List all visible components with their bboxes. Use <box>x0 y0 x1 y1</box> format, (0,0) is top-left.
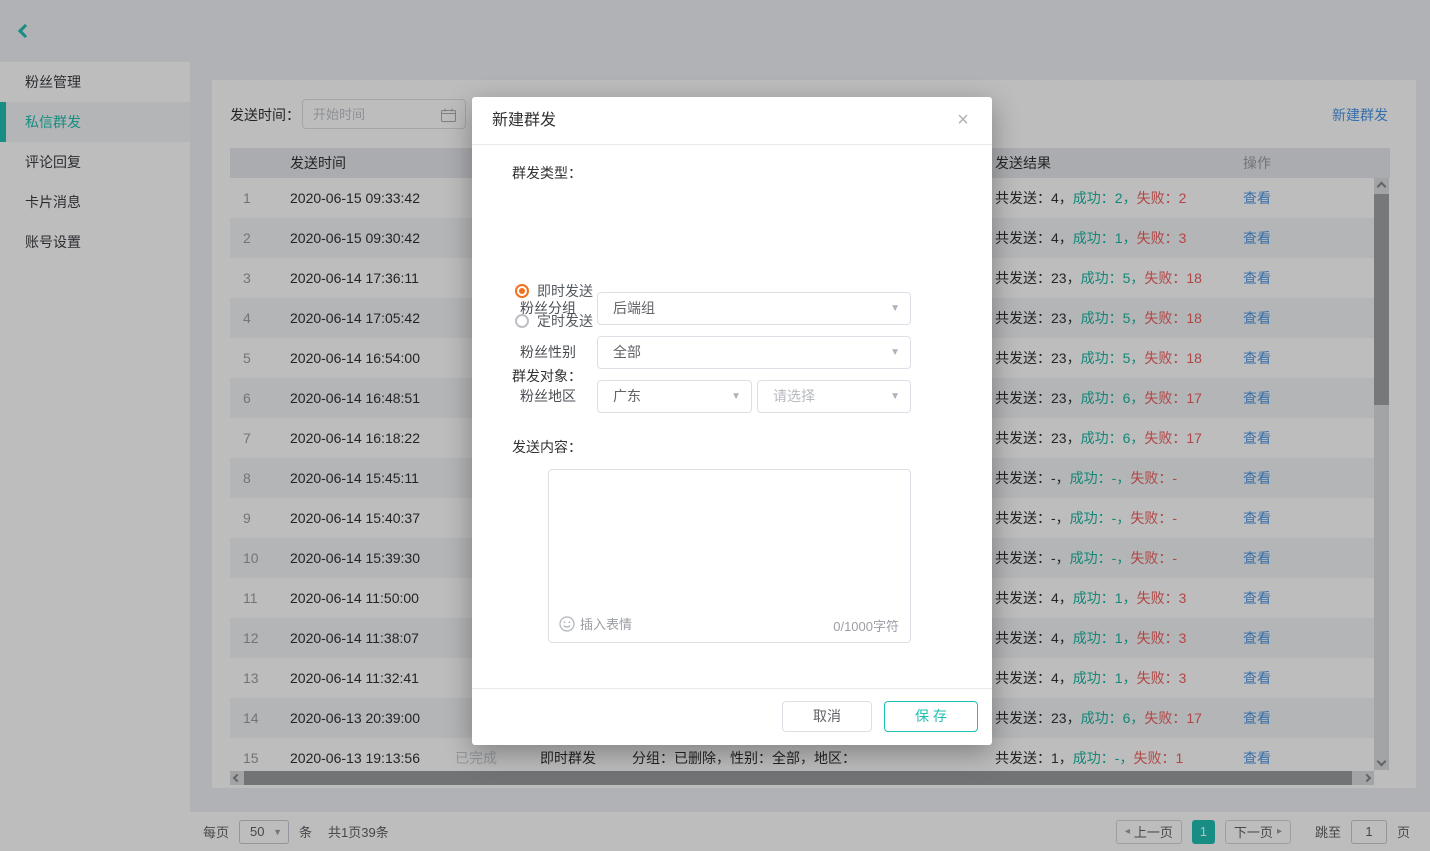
fans-region-province-value: 广东 <box>613 381 641 412</box>
message-content-box: 插入表情 0/1000字符 <box>548 469 911 643</box>
fans-gender-label: 粉丝性别 <box>520 336 590 369</box>
fans-group-select[interactable]: 后端组 ▼ <box>597 292 911 325</box>
footer-divider <box>472 688 992 689</box>
chevron-down-icon: ▼ <box>731 381 741 412</box>
insert-emoji-label: 插入表情 <box>580 614 632 633</box>
fans-region-city-select[interactable]: 请选择 ▼ <box>757 380 911 413</box>
fans-group-value: 后端组 <box>613 293 655 324</box>
app-screen: 粉丝管理 私信群发 评论回复 卡片消息 账号设置 发送时间： 新建群发 发送时间… <box>0 0 1430 851</box>
smiley-icon <box>559 616 575 632</box>
chevron-down-icon: ▼ <box>890 337 900 368</box>
chevron-down-icon: ▼ <box>890 293 900 324</box>
fans-region-city-placeholder: 请选择 <box>773 381 815 412</box>
message-content-input[interactable] <box>551 472 908 607</box>
create-mass-message-dialog: 新建群发 × 群发类型： 即时发送 定时发送 群发对象： 粉丝分组 后端组 ▼ … <box>472 97 992 745</box>
dialog-title: 新建群发 <box>492 97 556 145</box>
type-section-label: 群发类型： <box>512 163 582 183</box>
close-icon[interactable]: × <box>950 107 976 133</box>
fans-group-label: 粉丝分组 <box>520 292 590 325</box>
content-section-label: 发送内容： <box>512 437 582 457</box>
fans-gender-select[interactable]: 全部 ▼ <box>597 336 911 369</box>
chevron-down-icon: ▼ <box>890 381 900 412</box>
textarea-footer: 插入表情 0/1000字符 <box>549 614 910 634</box>
dialog-header: 新建群发 × <box>472 97 992 145</box>
insert-emoji-button[interactable]: 插入表情 <box>559 614 632 633</box>
fans-region-province-select[interactable]: 广东 ▼ <box>597 380 752 413</box>
char-counter: 0/1000字符 <box>833 616 899 635</box>
save-button[interactable]: 保 存 <box>884 701 978 732</box>
fans-gender-value: 全部 <box>613 337 641 368</box>
cancel-button[interactable]: 取消 <box>782 701 872 732</box>
fans-region-label: 粉丝地区 <box>520 380 590 413</box>
